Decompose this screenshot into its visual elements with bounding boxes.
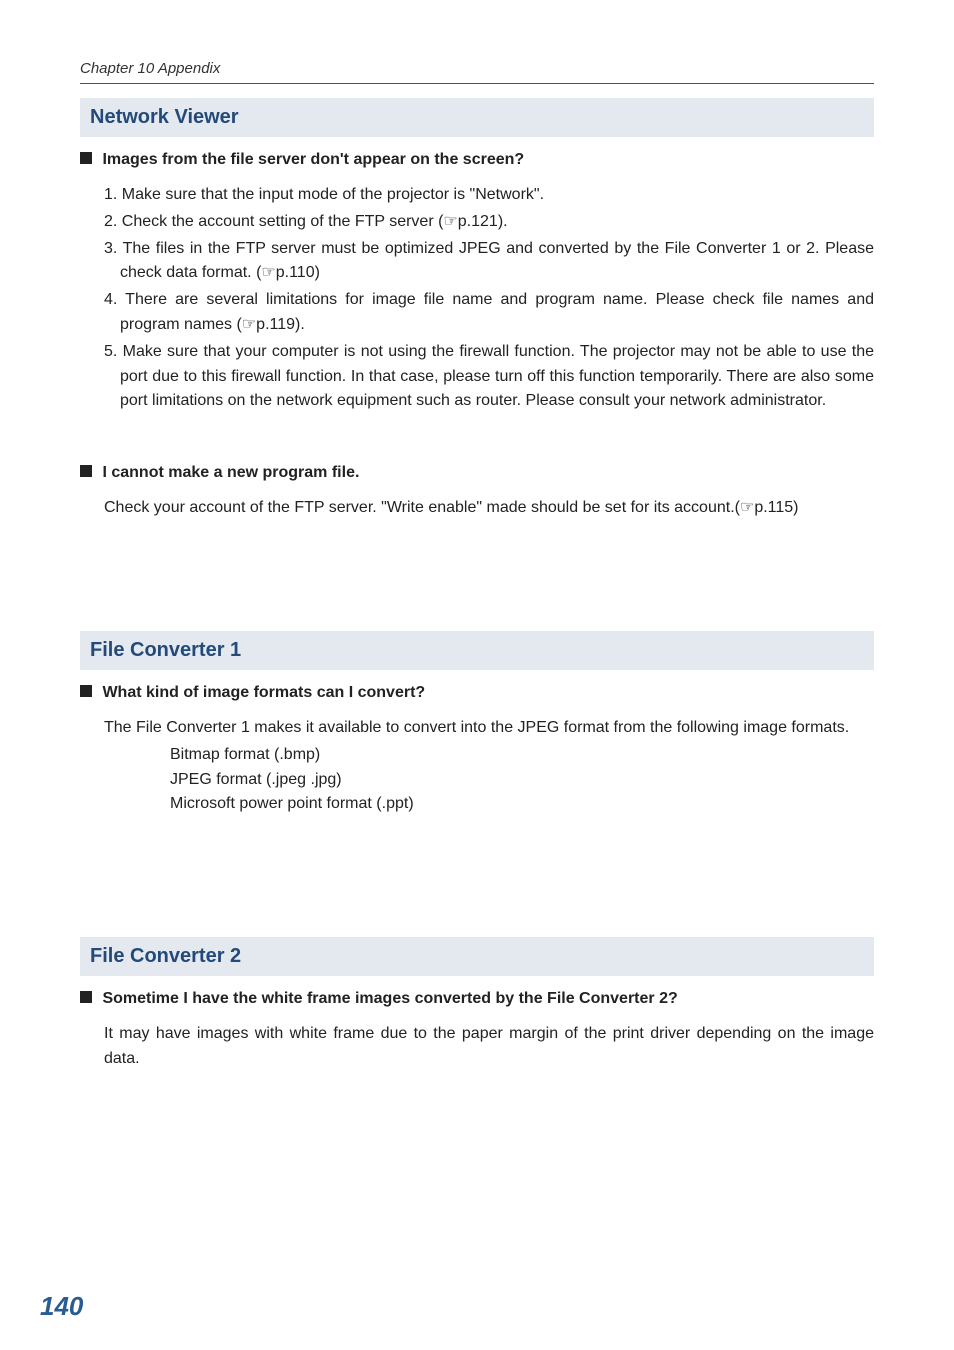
item-body: Make sure that your computer is not usin… <box>117 343 874 410</box>
list-item: 3. The files in the FTP server must be o… <box>104 237 874 287</box>
pointer-icon: ☞ <box>261 264 275 281</box>
list-item: 5. Make sure that your computer is not u… <box>104 340 874 414</box>
qa-block-fc2: Sometime I have the white frame images c… <box>80 990 874 1072</box>
page-ref: p.121 <box>458 213 498 230</box>
para-pre: Check your account of the FTP server. "W… <box>104 499 740 516</box>
pointer-icon: ☞ <box>242 316 256 333</box>
question-text: Sometime I have the white frame images c… <box>102 990 677 1007</box>
item-text-pre: Check the account setting of the FTP ser… <box>117 213 443 230</box>
format-item: Microsoft power point format (.ppt) <box>170 792 874 817</box>
answer-paragraph: Check your account of the FTP server. "W… <box>80 496 874 521</box>
section-title-file-converter-2: File Converter 2 <box>80 937 874 976</box>
list-item: 1. Make sure that the input mode of the … <box>104 183 874 208</box>
qa-block-fc1: What kind of image formats can I convert… <box>80 684 874 817</box>
item-text-post: ) <box>315 264 320 281</box>
item-body: The files in the FTP server must be opti… <box>117 240 874 282</box>
item-body: Make sure that the input mode of the pro… <box>117 186 544 203</box>
question-heading: Sometime I have the white frame images c… <box>80 990 874 1008</box>
square-bullet-icon <box>80 465 92 477</box>
item-body: There are several limitations for image … <box>117 291 874 333</box>
section-title-network-viewer: Network Viewer <box>80 98 874 137</box>
item-text-post: ). <box>498 213 508 230</box>
question-text: Images from the file server don't appear… <box>102 151 524 168</box>
page-ref: p.115 <box>754 499 793 516</box>
question-text: I cannot make a new program file. <box>102 464 359 481</box>
item-number: 5. <box>104 343 117 360</box>
format-item: Bitmap format (.bmp) <box>170 743 874 768</box>
square-bullet-icon <box>80 991 92 1003</box>
question-heading: I cannot make a new program file. <box>80 464 874 482</box>
list-item: 4. There are several limitations for ima… <box>104 288 874 338</box>
page-ref: p.110 <box>276 264 315 281</box>
square-bullet-icon <box>80 152 92 164</box>
answer-paragraph: It may have images with white frame due … <box>80 1022 874 1072</box>
item-text-pre: The files in the FTP server must be opti… <box>117 240 874 282</box>
section-title-file-converter-1: File Converter 1 <box>80 631 874 670</box>
item-number: 1. <box>104 186 117 203</box>
question-heading: Images from the file server don't appear… <box>80 151 874 169</box>
list-item: 2. Check the account setting of the FTP … <box>104 210 874 235</box>
item-number: 4. <box>104 291 117 308</box>
square-bullet-icon <box>80 685 92 697</box>
page-ref: p.119 <box>256 316 295 333</box>
para-post: ) <box>793 499 798 516</box>
answer-paragraph: The File Converter 1 makes it available … <box>80 716 874 741</box>
question-heading: What kind of image formats can I convert… <box>80 684 874 702</box>
question-text: What kind of image formats can I convert… <box>102 684 425 701</box>
format-item: JPEG format (.jpeg .jpg) <box>170 768 874 793</box>
chapter-header: Chapter 10 Appendix <box>80 60 874 84</box>
answer-list: 1. Make sure that the input mode of the … <box>80 183 874 414</box>
format-list: Bitmap format (.bmp) JPEG format (.jpeg … <box>80 743 874 817</box>
item-body: Check the account setting of the FTP ser… <box>117 213 507 230</box>
pointer-icon: ☞ <box>443 213 457 230</box>
page: Chapter 10 Appendix Network Viewer Image… <box>0 0 954 1350</box>
pointer-icon: ☞ <box>740 499 754 516</box>
page-number: 140 <box>40 1291 83 1322</box>
item-text-post: ). <box>295 316 305 333</box>
qa-block-nv-1: Images from the file server don't appear… <box>80 151 874 414</box>
item-number: 2. <box>104 213 117 230</box>
item-number: 3. <box>104 240 117 257</box>
qa-block-nv-2: I cannot make a new program file. Check … <box>80 464 874 521</box>
item-text-pre: There are several limitations for image … <box>117 291 874 333</box>
